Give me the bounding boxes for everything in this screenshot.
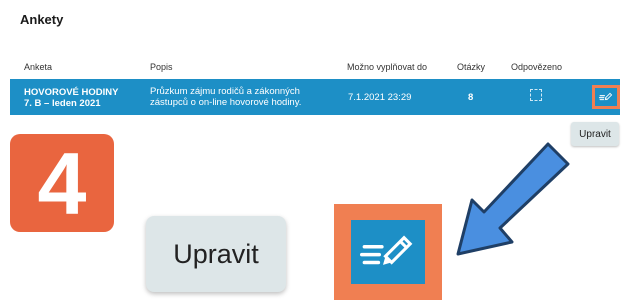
header-anketa: Anketa (24, 62, 53, 72)
zoomed-edit-tooltip: Upravit (146, 216, 286, 292)
survey-description-line1: Průzkum zájmu rodičů a zákonných (150, 86, 300, 97)
survey-name-line2: 7. B – leden 2021 (24, 98, 101, 109)
edit-survey-button[interactable] (592, 85, 620, 109)
survey-name: HOVOROVÉ HODINY 7. B – leden 2021 (24, 87, 119, 109)
survey-name-line1: HOVOROVÉ HODINY (24, 87, 119, 98)
table-header: Anketa Popis Možno vyplňovat do Otázky O… (0, 60, 625, 76)
survey-description: Průzkum zájmu rodičů a zákonných zástupc… (150, 86, 340, 108)
zoomed-edit-button (334, 204, 442, 300)
header-popis: Popis (150, 62, 173, 72)
page-title: Ankety (20, 12, 64, 27)
step-number-badge: 4 (10, 134, 114, 233)
edit-form-pencil-icon (595, 88, 617, 106)
survey-deadline: 7.1.2021 23:29 (348, 92, 412, 103)
header-questions: Otázky (457, 62, 486, 72)
survey-question-count: 8 (468, 92, 474, 103)
header-answered: Odpovězeno (511, 62, 563, 72)
table-row[interactable]: HOVOROVÉ HODINY 7. B – leden 2021 Průzku… (10, 79, 620, 115)
header-deadline: Možno vyplňovat do (347, 62, 428, 72)
edit-form-pencil-icon (351, 220, 425, 284)
answered-checkbox (530, 89, 542, 101)
survey-description-line2: zástupců o on-line hovorové hodiny. (150, 97, 302, 108)
arrow-down-left-icon (456, 142, 570, 256)
